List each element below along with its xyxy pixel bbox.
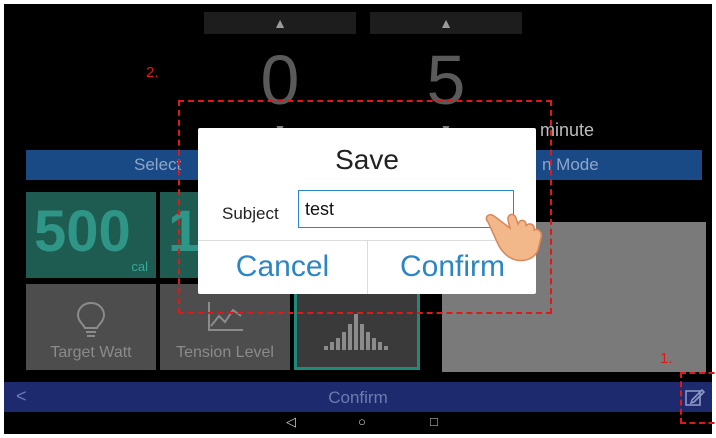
minutes-up-button[interactable]: ▲ [370,12,522,34]
annotation-box-edit [680,372,716,424]
bottom-action-bar: < Confirm [4,382,712,412]
system-home-icon[interactable]: ○ [358,414,366,429]
lightbulb-icon [26,300,156,345]
system-recent-icon[interactable]: □ [430,414,438,429]
calories-tile[interactable]: 500 cal [26,192,156,278]
annotation-box-dialog [178,100,552,314]
calories-value: 500 [34,199,131,264]
hours-up-button[interactable]: ▲ [204,12,356,34]
mode-bar-left-text: Select [134,155,182,174]
system-back-icon[interactable]: ◁ [286,414,296,430]
calories-unit: cal [131,259,148,274]
tension-level-label: Tension Level [176,344,274,361]
annotation-step-1: 1. [660,350,673,367]
screenshot-frame: ▲ 0 ▼ ▲ 5 ▼ minute Select n Mode 500 cal… [0,0,716,438]
hours-picker[interactable]: ▲ 0 ▼ [204,12,356,136]
bottom-confirm-button[interactable]: Confirm [4,388,712,408]
target-watt-tile[interactable]: Target Watt [26,284,156,370]
target-watt-label: Target Watt [50,344,132,361]
minutes-picker[interactable]: ▲ 5 ▼ [370,12,522,136]
system-navigation-bar: ◁ ○ □ [4,412,712,434]
annotation-step-2: 2. [146,64,159,81]
